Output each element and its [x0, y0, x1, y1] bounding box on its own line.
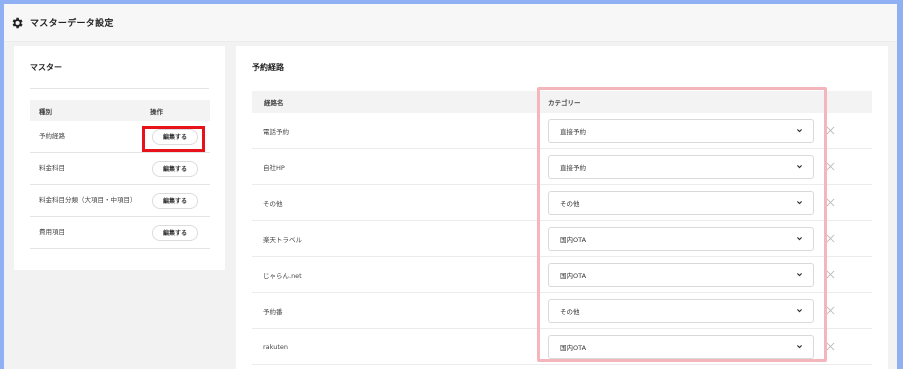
master-row-label: 料金科目分類（大項目・中項目） — [39, 196, 137, 204]
routes-panel-title: 予約経路 — [252, 63, 284, 72]
chevron-down-icon — [797, 165, 802, 169]
route-name: 自社HP — [263, 163, 285, 172]
close-icon[interactable] — [826, 270, 835, 279]
close-icon[interactable] — [826, 234, 835, 243]
close-icon[interactable] — [826, 126, 835, 135]
chevron-down-icon — [797, 273, 802, 277]
chevron-down-icon — [797, 345, 802, 349]
category-select[interactable]: その他 — [548, 298, 814, 323]
close-icon[interactable] — [826, 198, 835, 207]
route-name: その他 — [263, 199, 283, 208]
table-row: 費用項目 編集する — [30, 217, 210, 249]
table-row: じゃらん.net 国内OTA — [252, 257, 872, 293]
category-select[interactable]: 直接予約 — [548, 118, 814, 143]
route-name: じゃらん.net — [263, 271, 302, 280]
master-row-label: 費用項目 — [39, 228, 65, 236]
route-name: 予約番 — [263, 307, 283, 316]
app-window: マスターデータ設定 マスター 種別 操作 予約経路 編集する 料金科目 編集する… — [4, 4, 897, 369]
close-icon[interactable] — [826, 342, 835, 351]
category-select[interactable]: 国内OTA — [548, 334, 814, 359]
chevron-down-icon — [797, 201, 802, 205]
category-select-value: 国内OTA — [560, 235, 587, 244]
close-icon[interactable] — [826, 306, 835, 315]
category-select[interactable]: 国内OTA — [548, 262, 814, 287]
master-table: 種別 操作 予約経路 編集する 料金科目 編集する 料金科目分類（大項目・中項目… — [30, 100, 210, 249]
routes-panel: 予約経路 経路名 カテゴリー 電話予約 直接予約 自社HP 直接予約 その他 その他 楽天ト… — [236, 46, 888, 369]
table-row: rakuten 国内OTA — [252, 329, 872, 365]
master-row-label: 料金科目 — [39, 164, 65, 172]
gear-icon — [12, 17, 23, 28]
chevron-down-icon — [797, 309, 802, 313]
category-select-value: 直接予約 — [560, 127, 586, 136]
highlight-box-red — [142, 126, 205, 152]
page-header: マスターデータ設定 — [4, 4, 897, 42]
table-row: 予約番 その他 — [252, 293, 872, 329]
route-name: rakuten — [263, 342, 289, 351]
category-select-value: 直接予約 — [560, 163, 586, 172]
column-header-name: 経路名 — [264, 99, 284, 107]
category-select[interactable]: その他 — [548, 190, 814, 215]
routes-table: 経路名 カテゴリー 電話予約 直接予約 自社HP 直接予約 その他 その他 楽天トラベル 国内… — [252, 91, 872, 365]
table-row: 料金科目分類（大項目・中項目） 編集する — [30, 185, 210, 217]
edit-button[interactable]: 編集する — [152, 160, 198, 177]
category-select-value: 国内OTA — [560, 343, 587, 352]
category-select[interactable]: 直接予約 — [548, 154, 814, 179]
table-row: 電話予約 直接予約 — [252, 113, 872, 149]
category-select-value: その他 — [560, 307, 580, 316]
route-name: 楽天トラベル — [263, 235, 302, 244]
column-header-kind: 種別 — [39, 107, 52, 116]
category-select-value: その他 — [560, 199, 580, 208]
routes-table-header: 経路名 カテゴリー — [252, 91, 872, 113]
master-panel-title: マスター — [30, 63, 62, 72]
page-title: マスターデータ設定 — [30, 19, 114, 29]
route-name: 電話予約 — [263, 127, 289, 136]
close-icon[interactable] — [826, 162, 835, 171]
table-row: 自社HP 直接予約 — [252, 149, 872, 185]
chevron-down-icon — [797, 129, 802, 133]
divider — [30, 88, 209, 89]
chevron-down-icon — [797, 237, 802, 241]
table-row: 料金科目 編集する — [30, 153, 210, 185]
edit-button[interactable]: 編集する — [152, 192, 198, 209]
category-select[interactable]: 国内OTA — [548, 226, 814, 251]
master-row-label: 予約経路 — [39, 132, 65, 140]
edit-button[interactable]: 編集する — [152, 224, 198, 241]
master-table-header: 種別 操作 — [30, 100, 210, 121]
table-row: その他 その他 — [252, 185, 872, 221]
column-header-action: 操作 — [150, 107, 163, 116]
category-select-value: 国内OTA — [560, 271, 587, 280]
column-header-category: カテゴリー — [548, 99, 581, 107]
master-panel: マスター 種別 操作 予約経路 編集する 料金科目 編集する 料金科目分類（大項… — [14, 46, 225, 270]
table-row: 楽天トラベル 国内OTA — [252, 221, 872, 257]
